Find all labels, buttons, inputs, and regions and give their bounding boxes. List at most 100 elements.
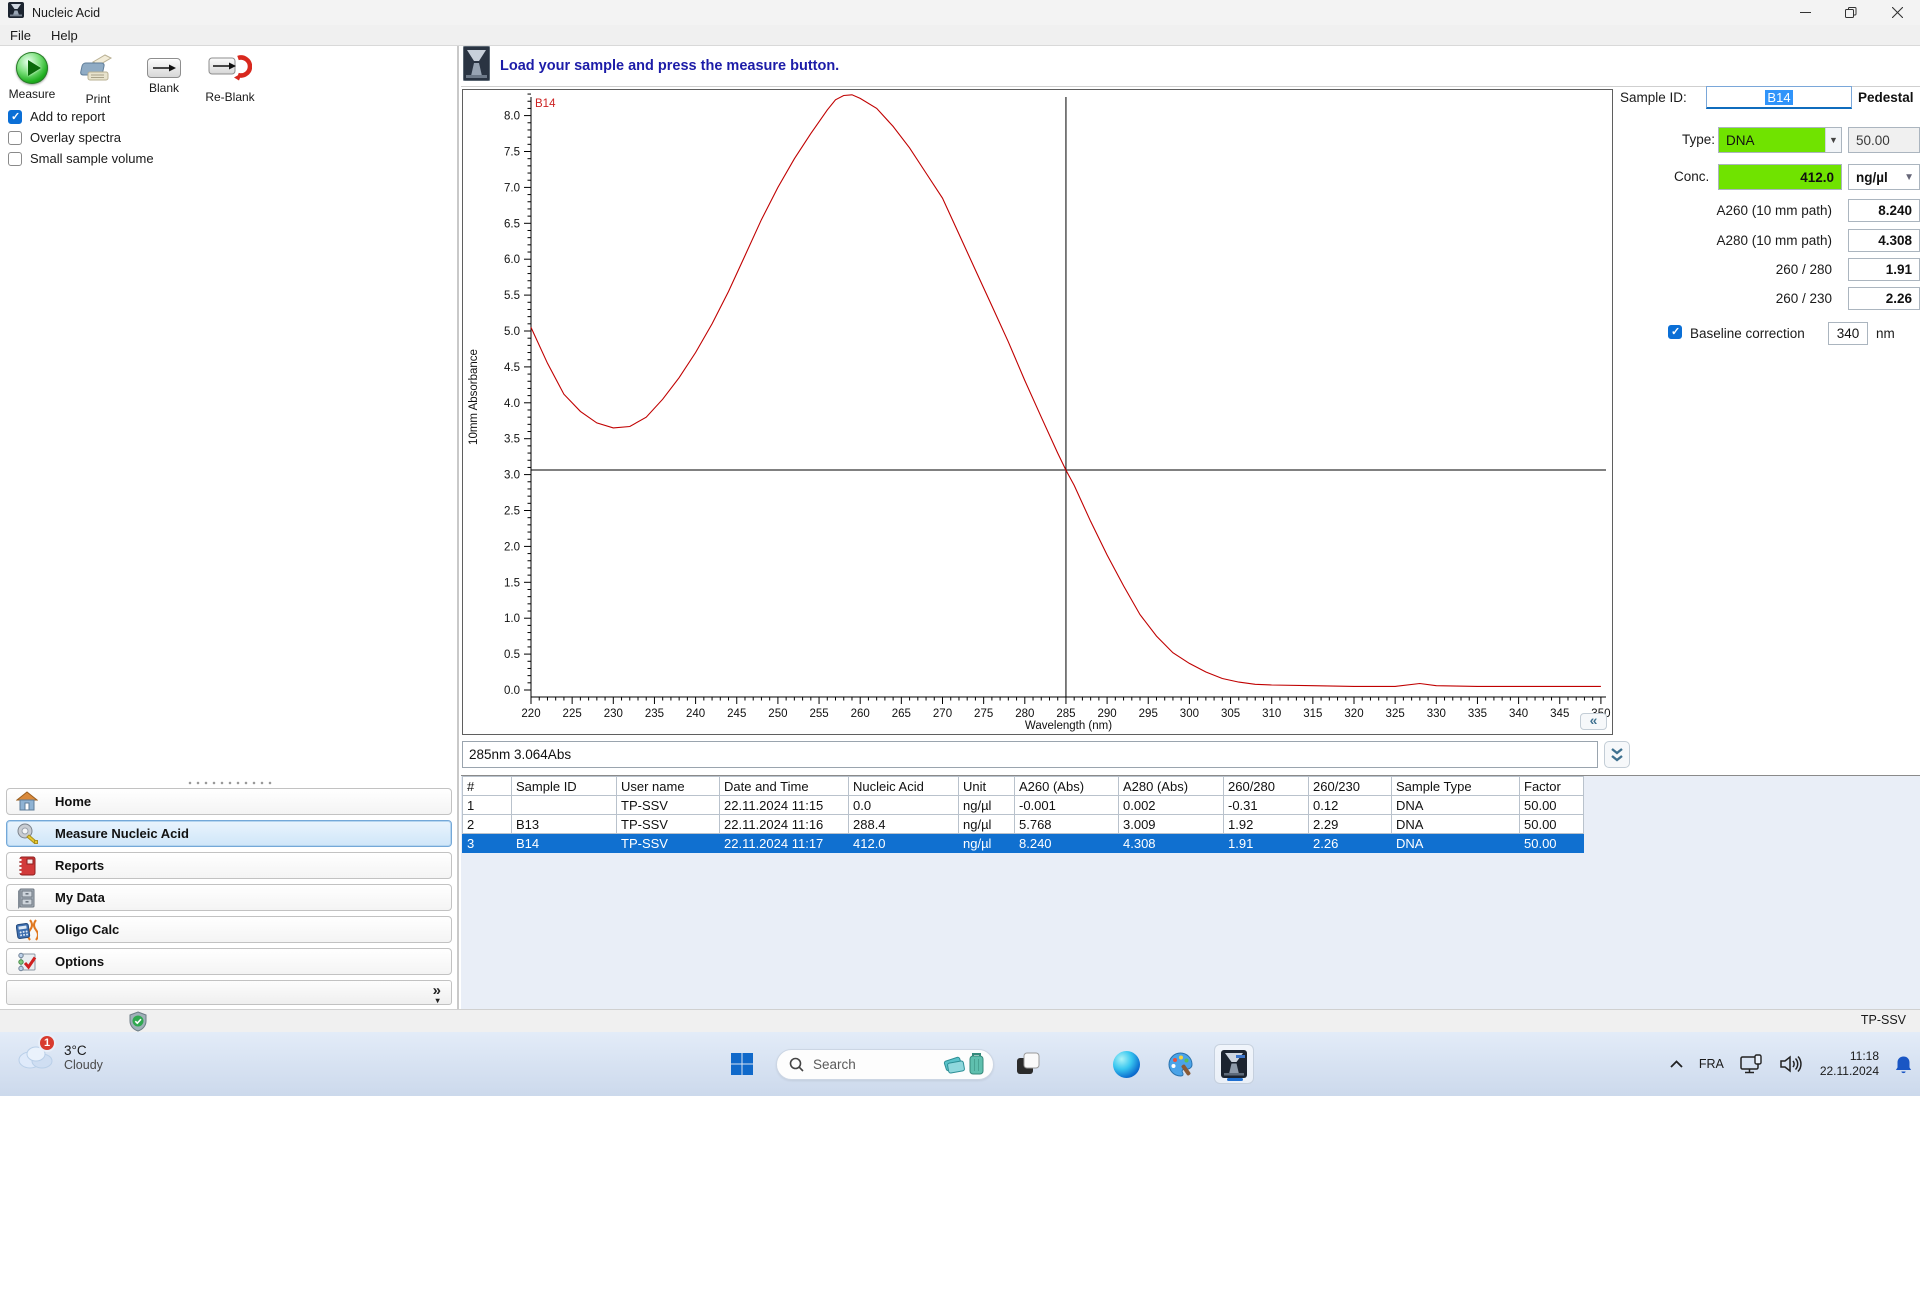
- sidebar-item-my-data[interactable]: My Data: [6, 884, 452, 911]
- task-view-button[interactable]: [1008, 1044, 1048, 1084]
- sample-id-value: B14: [1765, 89, 1793, 105]
- paint-app-button[interactable]: [1160, 1044, 1200, 1084]
- restore-button[interactable]: [1828, 0, 1874, 25]
- svg-text:245: 245: [727, 708, 746, 720]
- start-button[interactable]: [722, 1044, 762, 1084]
- status-message: Load your sample and press the measure b…: [500, 58, 840, 74]
- table-header-cell[interactable]: Date and Time: [719, 776, 849, 796]
- baseline-correction-label: Baseline correction: [1690, 326, 1805, 341]
- table-header-cell[interactable]: Unit: [958, 776, 1015, 796]
- svg-text:320: 320: [1344, 708, 1363, 720]
- table-cell: 2.29: [1308, 814, 1392, 834]
- sample-id-input[interactable]: B14: [1706, 86, 1852, 109]
- taskbar-weather-widget[interactable]: 1 3°C Cloudy: [14, 1034, 103, 1075]
- speaker-volume-icon[interactable]: [1780, 1055, 1804, 1073]
- table-header-cell[interactable]: Factor: [1519, 776, 1584, 796]
- checkbox-overlay-spectra[interactable]: Overlay spectra: [8, 127, 154, 148]
- ratio-260-280-label: 260 / 280: [1775, 262, 1832, 277]
- table-cell: 50.00: [1519, 795, 1584, 815]
- app-pedestal-icon: [8, 2, 24, 23]
- spectrum-chart[interactable]: 220 225 230 235 240 245 250 255 260 265 270 275 280 2…: [462, 89, 1613, 735]
- checkbox-small-sample-volume[interactable]: Small sample volume: [8, 148, 154, 169]
- menu-bar: File Help: [0, 25, 1920, 46]
- svg-text:345: 345: [1550, 708, 1569, 720]
- overlay-spectra-label: Overlay spectra: [30, 130, 122, 145]
- table-header-cell[interactable]: User name: [616, 776, 720, 796]
- svg-text:7.5: 7.5: [504, 147, 520, 159]
- table-header-cell[interactable]: Nucleic Acid: [848, 776, 959, 796]
- collapse-left-chevrons-button[interactable]: «: [1580, 713, 1607, 730]
- toolbar: Measure Print Blank Re-Blank: [6, 52, 256, 106]
- sidebar-item-home[interactable]: Home: [6, 788, 452, 815]
- edge-browser-button[interactable]: [1106, 1044, 1146, 1084]
- table-cell: 5.768: [1014, 814, 1119, 834]
- print-button[interactable]: Print: [72, 52, 124, 106]
- baseline-correction-checkbox[interactable]: [1668, 325, 1682, 339]
- sidebar-item-reports[interactable]: Reports: [6, 852, 452, 879]
- message-bar: Load your sample and press the measure b…: [461, 45, 1920, 87]
- taskbar-center: Search: [722, 1032, 1254, 1096]
- taskbar-clock[interactable]: 11:18 22.11.2024: [1820, 1049, 1879, 1079]
- factor-field[interactable]: 50.00: [1848, 127, 1920, 153]
- current-user: TP-SSV: [1860, 1013, 1906, 1027]
- table-header-cell[interactable]: 260/280: [1223, 776, 1309, 796]
- svg-text:305: 305: [1221, 708, 1240, 720]
- cast-display-icon[interactable]: [1740, 1054, 1764, 1074]
- measure-tape-icon: [15, 822, 39, 846]
- svg-text:310: 310: [1262, 708, 1281, 720]
- minimize-button[interactable]: [1782, 0, 1828, 25]
- table-cell: ng/µl: [958, 795, 1015, 815]
- baseline-wavelength-field[interactable]: 340: [1828, 322, 1868, 345]
- checkbox-add-to-report[interactable]: Add to report: [8, 106, 154, 127]
- tray-chevron-up-icon[interactable]: [1670, 1060, 1683, 1068]
- taskbar-tray: FRA 11:18 22.11.2024: [1670, 1032, 1912, 1096]
- app-status-bar: TP-SSV: [0, 1009, 1920, 1032]
- collapse-down-chevrons-button[interactable]: [1604, 741, 1630, 768]
- blank-button[interactable]: Blank: [138, 52, 190, 106]
- print-button-label: Print: [85, 92, 111, 106]
- concentration-field[interactable]: 412.0: [1718, 164, 1842, 190]
- table-header-cell[interactable]: #: [462, 776, 512, 796]
- svg-text:325: 325: [1386, 708, 1405, 720]
- svg-text:0.0: 0.0: [504, 685, 520, 697]
- sidebar-item-oligo-calc[interactable]: Oligo Calc: [6, 916, 452, 943]
- sidebar-item-measure-nucleic-acid[interactable]: Measure Nucleic Acid: [6, 820, 452, 847]
- nav-expander-bar[interactable]: »: [6, 980, 452, 1005]
- menu-file[interactable]: File: [0, 28, 41, 43]
- paint-palette-icon: [1168, 1051, 1193, 1077]
- menu-help[interactable]: Help: [41, 28, 88, 43]
- table-header-cell[interactable]: 260/230: [1308, 776, 1392, 796]
- nav-splitter-handle[interactable]: [0, 779, 457, 787]
- sidebar-item-options[interactable]: Options: [6, 948, 452, 975]
- add-to-report-checkbox[interactable]: [8, 109, 22, 124]
- table-header-cell[interactable]: A260 (Abs): [1014, 776, 1119, 796]
- screen: Nucleic Acid File Help Measure Print Bla…: [0, 0, 1920, 1312]
- table-cell: 22.11.2024 11:17: [719, 833, 849, 853]
- language-indicator[interactable]: FRA: [1699, 1057, 1724, 1071]
- table-cell: 288.4: [848, 814, 959, 834]
- table-row[interactable]: 2 B13 TP-SSV 22.11.2024 11:16 288.4 ng/µl 5.76…: [462, 814, 1584, 834]
- nucleic-acid-app-taskbar-button[interactable]: [1214, 1044, 1254, 1084]
- unit-dropdown[interactable]: ng/µl ▼: [1848, 164, 1920, 190]
- overlay-spectra-checkbox[interactable]: [8, 130, 22, 145]
- mode-label: Pedestal: [1858, 90, 1914, 105]
- close-button[interactable]: [1874, 0, 1920, 25]
- type-dropdown[interactable]: DNA ▼: [1718, 127, 1842, 153]
- table-cell: 0.0: [848, 795, 959, 815]
- instrument-pedestal-icon: [462, 45, 491, 86]
- notification-bell-icon[interactable]: [1895, 1055, 1912, 1074]
- table-cell: -0.31: [1223, 795, 1309, 815]
- table-row[interactable]: 3 B14 TP-SSV 22.11.2024 11:17 412.0 ng/µl 8.24…: [462, 833, 1584, 853]
- table-header-cell[interactable]: Sample Type: [1391, 776, 1520, 796]
- table-header-cell[interactable]: Sample ID: [511, 776, 617, 796]
- taskbar-search-box[interactable]: Search: [776, 1048, 994, 1080]
- ratio-260-230-label: 260 / 230: [1775, 291, 1832, 306]
- measure-button[interactable]: Measure: [6, 52, 58, 106]
- taskbar: 1 3°C Cloudy Search FRA 11:18 22.11.2024: [0, 1032, 1920, 1096]
- svg-text:5.5: 5.5: [504, 290, 520, 302]
- table-row[interactable]: 1 TP-SSV 22.11.2024 11:15 0.0 ng/µl -0.001 0.0…: [462, 795, 1584, 815]
- table-header-cell[interactable]: A280 (Abs): [1118, 776, 1224, 796]
- sidebar-item-options-label: Options: [55, 954, 105, 969]
- reblank-button[interactable]: Re-Blank: [204, 52, 256, 106]
- small-sample-volume-checkbox[interactable]: [8, 151, 22, 166]
